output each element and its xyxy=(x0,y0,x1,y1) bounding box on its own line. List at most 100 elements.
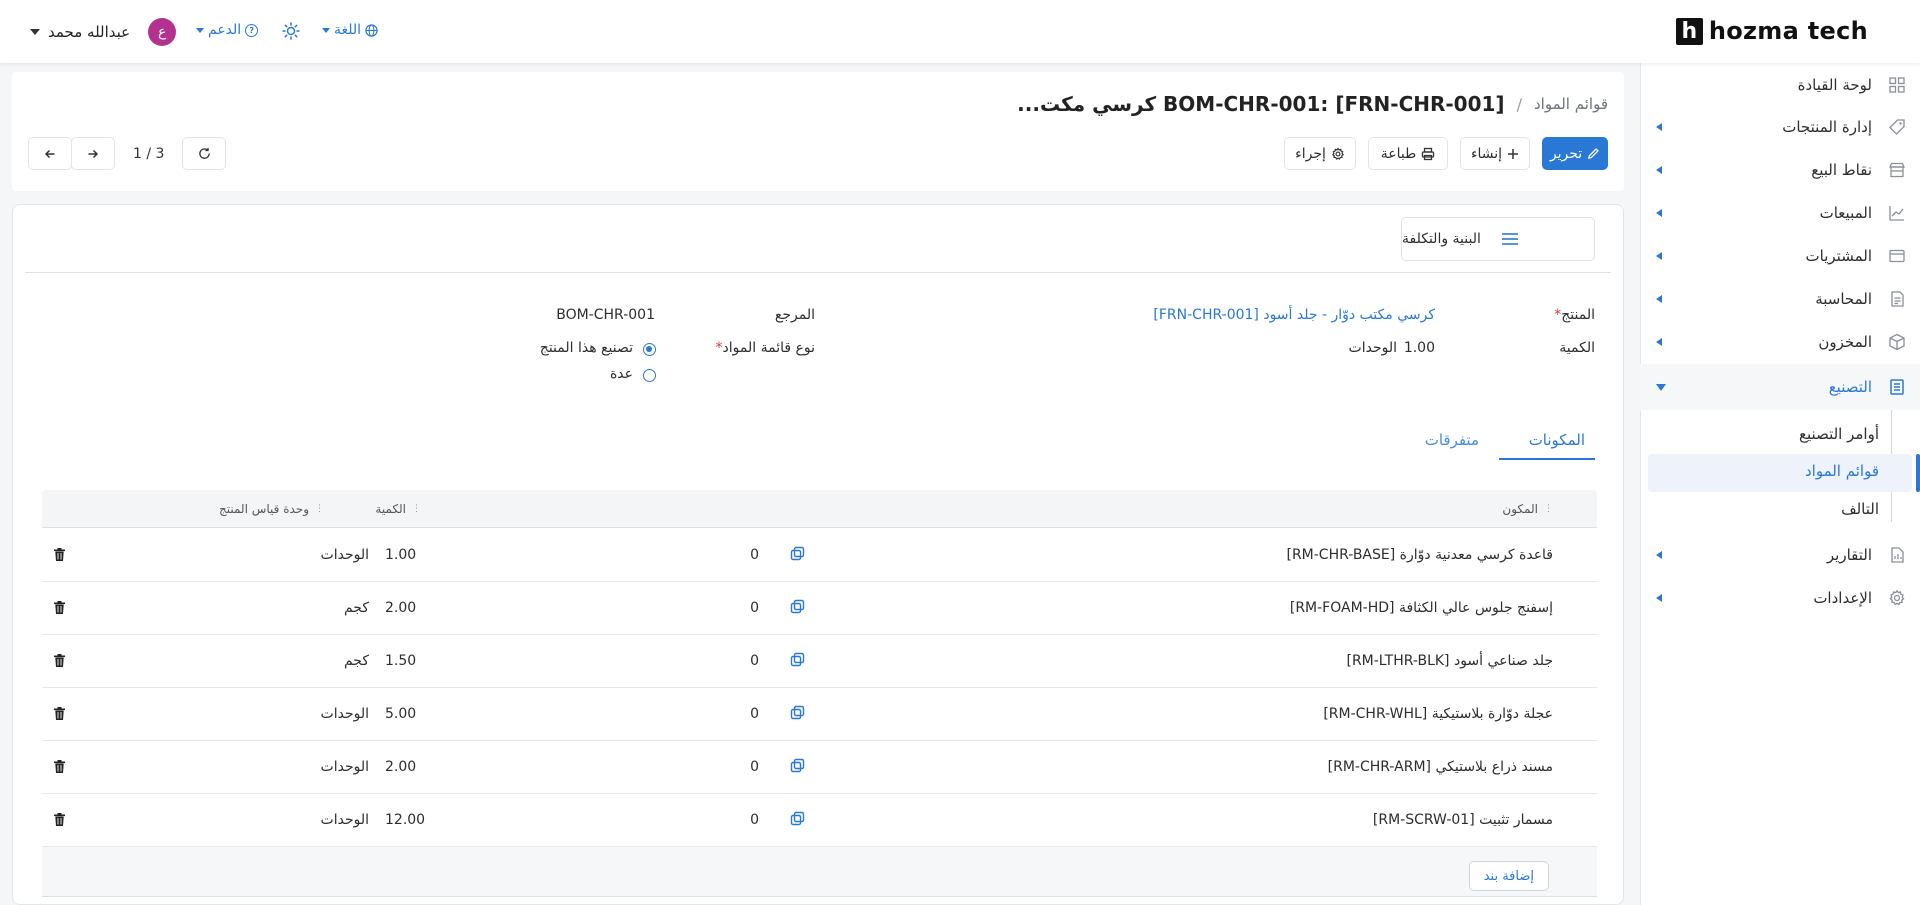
radio-manufacture-label[interactable]: تصنيع هذا المنتج xyxy=(540,340,633,356)
uom-cell[interactable]: الوحدات xyxy=(321,759,369,775)
support-menu[interactable]: الدعم ? xyxy=(196,22,259,38)
reload-button[interactable] xyxy=(182,137,226,170)
quantity-cell[interactable]: 2.00 xyxy=(385,759,416,775)
trash-icon[interactable] xyxy=(54,654,65,667)
language-menu[interactable]: اللغة xyxy=(322,22,378,38)
sidebar-item-products[interactable]: إدارة المنتجات xyxy=(1640,107,1920,147)
breadcrumb-parent-link[interactable]: قوائم المواد xyxy=(1534,95,1608,113)
quantity-field[interactable]: 1.00 xyxy=(1404,340,1435,356)
column-header-component[interactable]: المكون ⋮ xyxy=(1502,502,1553,516)
sidebar-item-inventory[interactable]: المخزون xyxy=(1640,322,1920,362)
copy-link-icon[interactable] xyxy=(790,599,805,614)
bom-type-label-text: نوع قائمة المواد xyxy=(722,340,815,356)
pager-next-button[interactable] xyxy=(71,137,115,170)
pager-counter[interactable]: 1 / 3 xyxy=(133,146,164,162)
sort-icon: ⋮ xyxy=(412,504,421,514)
copy-link-icon[interactable] xyxy=(790,546,805,561)
user-menu[interactable]: عبدالله محمد ع xyxy=(30,17,177,47)
table-row[interactable]: [RM-CHR-BASE] قاعدة كرسي معدنية دوّارة 0… xyxy=(42,529,1597,582)
table-row[interactable]: [RM-CHR-WHL] عجلة دوّارة بلاستيكية 0 5.0… xyxy=(42,688,1597,741)
uom-cell[interactable]: الوحدات xyxy=(321,812,369,828)
sidebar-item-label: المخزون xyxy=(1818,333,1872,351)
ledger-icon xyxy=(1891,291,1904,307)
trash-icon[interactable] xyxy=(54,813,65,826)
arrow-left-icon xyxy=(44,149,55,158)
structure-cost-button[interactable]: البنية والتكلفة xyxy=(1401,217,1595,261)
quantity-cell[interactable]: 2.00 xyxy=(385,600,416,616)
sidebar-subitem-bom[interactable]: قوائم المواد xyxy=(1805,462,1879,480)
chart-line-icon xyxy=(1889,206,1904,221)
chevron-down-icon xyxy=(1656,383,1666,391)
tag-icon xyxy=(1889,119,1905,135)
sidebar-item-manufacturing[interactable]: التصنيع xyxy=(1640,364,1920,410)
sidebar-item-dashboard[interactable]: لوحة القيادة xyxy=(1640,65,1920,105)
table-row[interactable]: [RM-CHR-ARM] مسند ذراع بلاستيكي 0 2.00 ا… xyxy=(42,741,1597,794)
uom-cell[interactable]: الوحدات xyxy=(321,547,369,563)
document-icon xyxy=(1890,379,1904,395)
column-header-uom[interactable]: وحدة قياس المنتج ⋮ xyxy=(219,502,324,516)
print-button[interactable]: طباعة xyxy=(1368,137,1448,170)
trash-icon[interactable] xyxy=(54,548,65,561)
sidebar-item-pos[interactable]: نقاط البيع xyxy=(1640,150,1920,190)
reference-field[interactable]: BOM-CHR-001 xyxy=(556,307,655,323)
component-cell[interactable]: [RM-CHR-BASE] قاعدة كرسي معدنية دوّارة xyxy=(1286,547,1553,563)
component-cell[interactable]: [RM-FOAM-HD] إسفنج جلوس عالي الكثافة xyxy=(1290,600,1553,616)
sidebar-item-reports[interactable]: التقارير xyxy=(1640,535,1920,575)
uom-cell[interactable]: كجم xyxy=(344,653,369,669)
trash-icon[interactable] xyxy=(54,707,65,720)
add-line-button[interactable]: إضافة بند xyxy=(1468,861,1549,891)
create-button[interactable]: إنشاء xyxy=(1460,137,1530,170)
sidebar-item-accounting[interactable]: المحاسبة xyxy=(1640,279,1920,319)
sidebar-item-label: التصنيع xyxy=(1828,378,1872,396)
uom-cell[interactable]: كجم xyxy=(344,600,369,616)
uom-cell[interactable]: الوحدات xyxy=(321,706,369,722)
trash-icon[interactable] xyxy=(54,760,65,773)
component-cell[interactable]: [RM-SCRW-01] مسمار تثبيت xyxy=(1373,812,1553,828)
wallet-icon xyxy=(1889,249,1905,263)
quantity-cell[interactable]: 12.00 xyxy=(385,812,425,828)
sidebar-subitem-scrap[interactable]: التالف xyxy=(1841,500,1879,518)
component-cell[interactable]: [RM-CHR-ARM] مسند ذراع بلاستيكي xyxy=(1328,759,1553,775)
form-sheet: البنية والتكلفة *المنتج [FRN-CHR-001] كر… xyxy=(12,204,1624,905)
action-button[interactable]: إجراء xyxy=(1284,137,1356,170)
table-row[interactable]: [RM-LTHR-BLK] جلد صناعي أسود 0 1.50 كجم xyxy=(42,635,1597,688)
tab-miscellaneous[interactable]: متفرقات xyxy=(1425,431,1479,449)
brand-logo[interactable]: h hozma tech xyxy=(1675,17,1868,45)
quantity-cell[interactable]: 1.00 xyxy=(385,547,416,563)
sidebar-item-settings[interactable]: الإعدادات xyxy=(1640,578,1920,618)
sidebar-item-label: المشتريات xyxy=(1805,247,1872,265)
component-cell[interactable]: [RM-LTHR-BLK] جلد صناعي أسود xyxy=(1346,653,1553,669)
tab-components[interactable]: المكونات xyxy=(1529,431,1585,449)
quantity-cell[interactable]: 1.50 xyxy=(385,653,416,669)
quantity-uom[interactable]: الوحدات xyxy=(1349,340,1397,356)
radio-manufacture[interactable] xyxy=(643,343,656,356)
trash-icon[interactable] xyxy=(54,601,65,614)
avatar: ع xyxy=(148,18,177,46)
sidebar-item-purchases[interactable]: المشتريات xyxy=(1640,236,1920,276)
copy-link-icon[interactable] xyxy=(790,758,805,773)
chevron-left-icon xyxy=(1656,166,1662,174)
sidebar-subitem-manufacturing-orders[interactable]: أوامر التصنيع xyxy=(1799,425,1879,443)
radio-kit[interactable] xyxy=(643,369,656,382)
table-row[interactable]: [RM-FOAM-HD] إسفنج جلوس عالي الكثافة 0 2… xyxy=(42,582,1597,635)
edit-button[interactable]: تحرير xyxy=(1542,137,1608,170)
gear-icon xyxy=(1889,589,1905,606)
radio-kit-label[interactable]: عدة xyxy=(610,366,633,382)
copy-link-icon[interactable] xyxy=(790,705,805,720)
copy-link-icon[interactable] xyxy=(790,652,805,667)
column-header-quantity[interactable]: الكمية ⋮ xyxy=(375,502,421,516)
copy-link-icon[interactable] xyxy=(790,811,805,826)
component-cell[interactable]: [RM-CHR-WHL] عجلة دوّارة بلاستيكية xyxy=(1323,706,1553,722)
table-header: المكون ⋮ الكمية ⋮ وحدة قياس المنتج ⋮ xyxy=(42,490,1597,528)
breadcrumb-separator: / xyxy=(1516,94,1522,114)
quantity-cell[interactable]: 5.00 xyxy=(385,706,416,722)
product-field[interactable]: [FRN-CHR-001] كرسي مكتب دوّار - جلد أسود xyxy=(1153,307,1435,323)
sidebar-item-sales[interactable]: المبيعات xyxy=(1640,193,1920,233)
globe-icon xyxy=(365,23,378,37)
report-icon xyxy=(1891,547,1904,563)
pager-prev-button[interactable] xyxy=(28,137,72,170)
column-header-label: وحدة قياس المنتج xyxy=(218,502,309,516)
column-header-label: المكون xyxy=(1502,502,1538,516)
table-row[interactable]: [RM-SCRW-01] مسمار تثبيت 0 12.00 الوحدات xyxy=(42,794,1597,847)
theme-toggle-icon[interactable] xyxy=(282,22,300,40)
